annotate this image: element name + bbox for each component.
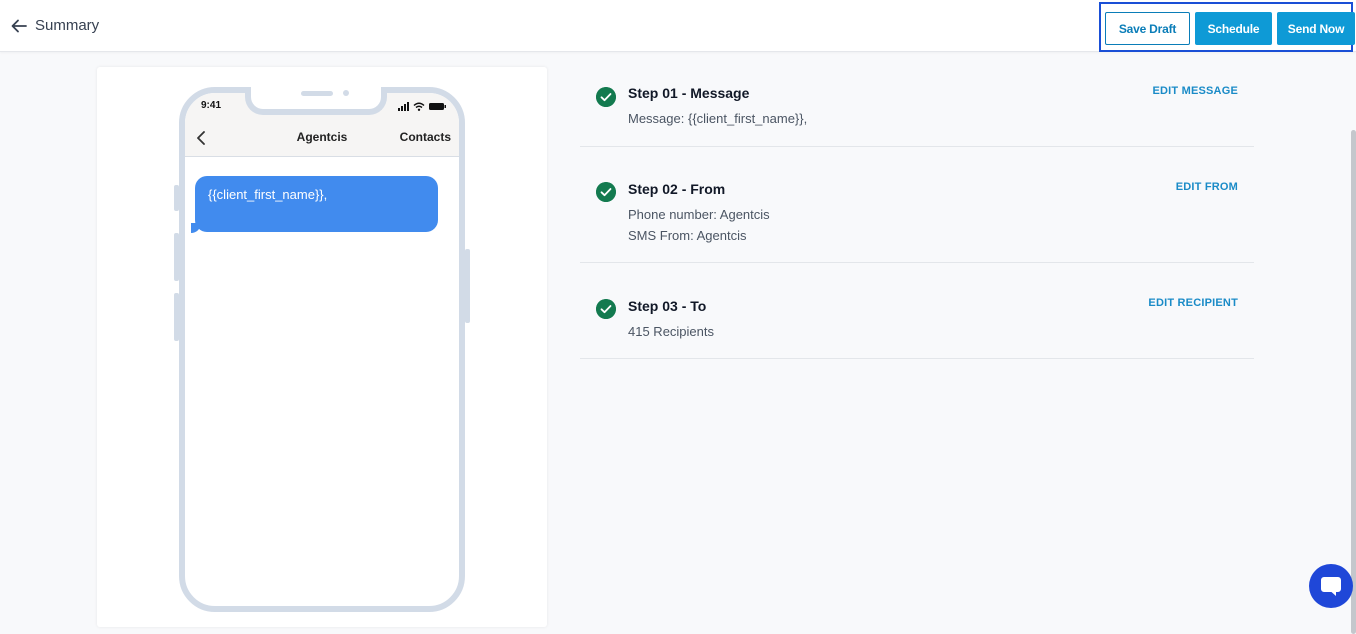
step-to: Step 03 - To 415 Recipients EDIT RECIPIE… (580, 263, 1254, 359)
action-buttons-group: Save Draft Schedule Send Now (1099, 2, 1355, 52)
step-title: Step 02 - From (628, 181, 726, 197)
step-detail: 415 Recipients (628, 324, 714, 339)
phone-speaker (301, 91, 333, 96)
top-header: Summary Save Draft Schedule Send Now (0, 0, 1356, 52)
step-title: Step 01 - Message (628, 85, 750, 101)
status-time: 9:41 (201, 100, 222, 111)
step-detail: Message: {{client_first_name}}, (628, 111, 808, 126)
phone-preview-panel: 9:41 Agentcis Contacts {{client_first_na… (97, 67, 547, 627)
schedule-button[interactable]: Schedule (1195, 12, 1272, 45)
status-icons (398, 102, 446, 111)
edit-recipient-link[interactable]: EDIT RECIPIENT (1148, 297, 1238, 309)
page-title: Summary (35, 17, 100, 34)
edit-from-link[interactable]: EDIT FROM (1176, 181, 1238, 193)
step-detail: SMS From: Agentcis (628, 228, 747, 243)
check-circle-icon (596, 87, 616, 107)
arrow-left-icon[interactable] (10, 17, 28, 35)
step-detail: Phone number: Agentcis (628, 207, 770, 222)
chat-bubble-icon (1321, 577, 1341, 596)
summary-steps: Step 01 - Message Message: {{client_firs… (580, 67, 1254, 359)
send-now-button[interactable]: Send Now (1277, 12, 1355, 45)
phone-contacts-link: Contacts (399, 130, 451, 144)
message-bubble: {{client_first_name}}, (195, 176, 438, 232)
phone-camera (343, 90, 349, 96)
save-draft-button[interactable]: Save Draft (1105, 12, 1190, 45)
step-from: Step 02 - From Phone number: Agentcis SM… (580, 147, 1254, 263)
check-circle-icon (596, 182, 616, 202)
edit-message-link[interactable]: EDIT MESSAGE (1152, 85, 1238, 97)
chat-launcher-button[interactable] (1309, 564, 1353, 608)
phone-notch (245, 87, 387, 115)
step-title: Step 03 - To (628, 298, 707, 314)
phone-frame: 9:41 Agentcis Contacts {{client_first_na… (179, 87, 465, 612)
step-message: Step 01 - Message Message: {{client_firs… (580, 67, 1254, 147)
page-scrollbar[interactable] (1351, 130, 1356, 634)
phone-side-button (465, 249, 470, 323)
check-circle-icon (596, 299, 616, 319)
